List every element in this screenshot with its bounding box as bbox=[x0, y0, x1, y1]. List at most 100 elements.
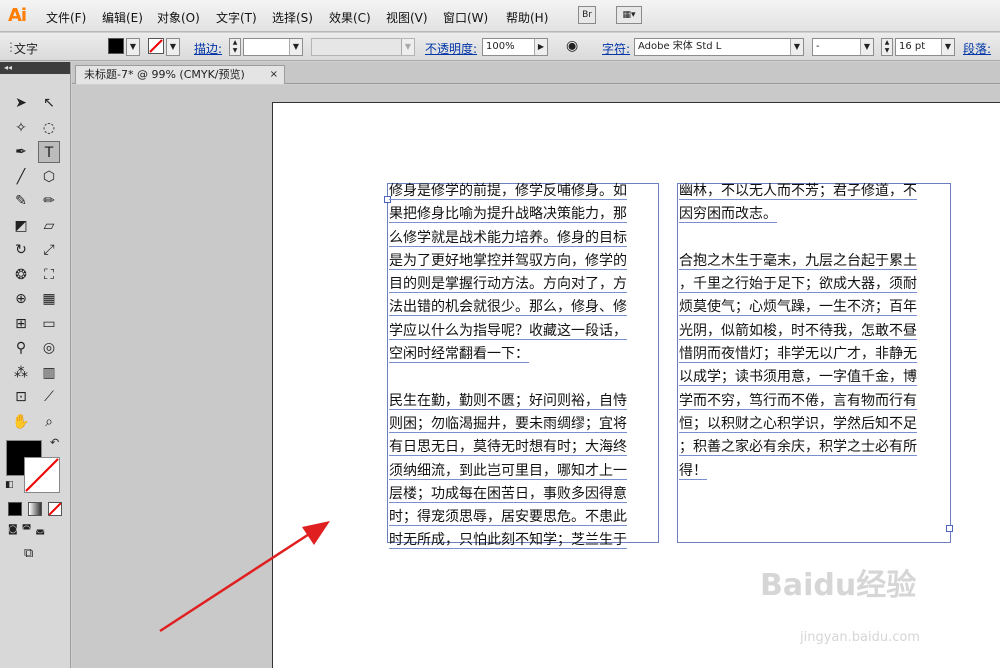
default-colors-icon[interactable]: ◧ bbox=[5, 480, 14, 490]
none-icon bbox=[48, 502, 62, 516]
rotate-tool-icon[interactable]: ↻ bbox=[10, 239, 32, 261]
text-line-content: 得！ bbox=[679, 462, 707, 480]
menu-window[interactable]: 窗口(W) bbox=[443, 9, 488, 26]
menu-object[interactable]: 对象(O) bbox=[157, 9, 200, 26]
blend-tool-icon[interactable]: ◎ bbox=[38, 337, 60, 359]
eyedropper-tool-icon[interactable]: ⚲ bbox=[10, 337, 32, 359]
opacity-value: 100% bbox=[486, 41, 515, 52]
artboard-tool-icon[interactable]: ⊡ bbox=[10, 386, 32, 408]
fill-dropdown[interactable]: ▼ bbox=[126, 38, 140, 56]
shape-tool-icon[interactable]: ⬡ bbox=[38, 166, 60, 188]
screen-mode-icon[interactable]: ⧉ bbox=[24, 546, 46, 562]
text-line-content: 合抱之木生于毫末，九层之台起于累土 bbox=[679, 252, 917, 270]
font-size-stepper[interactable]: ▲ ▼ bbox=[881, 38, 893, 56]
gradient-mode-button[interactable] bbox=[28, 502, 42, 516]
opacity-field[interactable]: 100% ▶ bbox=[482, 38, 548, 56]
drawing-modes-icon[interactable]: ◙◚◛ bbox=[8, 524, 62, 538]
scale-tool-icon[interactable]: ⤢ bbox=[38, 239, 60, 261]
gradient-tool-icon[interactable]: ▭ bbox=[38, 313, 60, 335]
text-line: 层楼；功成每在困苦日，事败多因得意 bbox=[389, 483, 659, 506]
color-mode-button[interactable] bbox=[8, 502, 22, 516]
menu-edit[interactable]: 编辑(E) bbox=[102, 9, 143, 26]
menu-file[interactable]: 文件(F) bbox=[46, 9, 86, 26]
pen-tool-icon[interactable]: ✒ bbox=[10, 141, 32, 163]
eraser-tool-icon[interactable]: ▱ bbox=[38, 215, 60, 237]
chevron-down-icon: ▼ bbox=[127, 39, 139, 55]
paragraph-label[interactable]: 段落: bbox=[963, 40, 991, 57]
menu-help[interactable]: 帮助(H) bbox=[506, 9, 548, 26]
selection-tool-icon[interactable]: ➤ bbox=[10, 92, 32, 114]
symbol-sprayer-tool-icon[interactable]: ⁂ bbox=[10, 362, 32, 384]
warp-tool-icon[interactable]: ❂ bbox=[10, 264, 32, 286]
text-line-content: 学而不穷，笃行而不倦，言有物而行有 bbox=[679, 392, 917, 410]
text-column-1[interactable]: 修身是修学的前提，修学反哺修身。如 果把修身比喻为提升战略决策能力，那 么修学就是战… bbox=[389, 180, 659, 553]
text-line: 则困；勿临渴掘井，要未雨绸缪；宜将 bbox=[389, 413, 659, 436]
none-mode-button[interactable] bbox=[48, 502, 62, 516]
stroke-dropdown[interactable]: ▼ bbox=[166, 38, 180, 56]
type-tool-icon[interactable]: T bbox=[38, 141, 60, 163]
text-line: ，千里之行始于足下；欲成大器，须耐 bbox=[679, 273, 951, 296]
text-line-content: 恒；以积财之心积学识，学然后知不足 bbox=[679, 415, 917, 433]
watermark-url: jingyan.baidu.com bbox=[800, 630, 920, 645]
blob-brush-tool-icon[interactable]: ◩ bbox=[10, 215, 32, 237]
opacity-label[interactable]: 不透明度: bbox=[425, 40, 477, 57]
tools-panel-collapse-icon[interactable]: ◂◂ bbox=[0, 62, 70, 74]
menu-type[interactable]: 文字(T) bbox=[216, 9, 257, 26]
stroke-label[interactable]: 描边: bbox=[194, 40, 222, 57]
free-transform-tool-icon[interactable]: ⛶ bbox=[38, 264, 60, 286]
out-port-handle[interactable] bbox=[946, 525, 953, 532]
red-arrow-annotation bbox=[159, 521, 330, 633]
zoom-tool-icon[interactable]: ⌕ bbox=[38, 411, 60, 433]
paintbrush-tool-icon[interactable]: ✎ bbox=[10, 190, 32, 212]
font-size-field[interactable]: 16 pt ▼ bbox=[895, 38, 955, 56]
text-line: 空闲时经常翻看一下： bbox=[389, 343, 659, 366]
magic-wand-tool-icon[interactable]: ✧ bbox=[10, 117, 32, 139]
swap-fill-stroke-icon[interactable]: ↶ bbox=[50, 436, 59, 449]
text-line-content: 时；得宠须思辱，居安要思危。不患此 bbox=[389, 509, 627, 527]
pencil-tool-icon[interactable]: ✏ bbox=[38, 190, 60, 212]
stroke-color-box[interactable] bbox=[24, 457, 60, 493]
recolor-artwork-icon[interactable]: ◉ bbox=[566, 38, 578, 54]
font-size-value: 16 pt bbox=[899, 41, 926, 52]
menu-effect[interactable]: 效果(C) bbox=[329, 9, 371, 26]
slice-tool-icon[interactable]: ⟋ bbox=[38, 386, 60, 408]
document-tab-bar: 未标题-7* @ 99% (CMYK/预览) × bbox=[72, 62, 1000, 84]
font-family-dropdown[interactable]: Adobe 宋体 Std L ▼ bbox=[634, 38, 804, 56]
lasso-tool-icon[interactable]: ◌ bbox=[38, 117, 60, 139]
line-tool-icon[interactable]: ╱ bbox=[10, 166, 32, 188]
menu-select[interactable]: 选择(S) bbox=[272, 9, 313, 26]
font-style-value: - bbox=[816, 41, 820, 52]
fill-swatch[interactable] bbox=[108, 38, 124, 54]
column-graph-tool-icon[interactable]: ▥ bbox=[38, 362, 60, 384]
perspective-grid-tool-icon[interactable]: ▦ bbox=[38, 288, 60, 310]
chevron-down-icon: ▼ bbox=[401, 39, 414, 55]
close-icon[interactable]: × bbox=[270, 66, 278, 83]
stroke-swatch[interactable] bbox=[148, 38, 164, 54]
font-style-dropdown[interactable]: - ▼ bbox=[812, 38, 874, 56]
arrange-documents-button[interactable]: ▦▾ bbox=[616, 6, 642, 24]
text-line: 以成学；读书须用意，一字值千金，博 bbox=[679, 366, 951, 389]
text-line-content: 时无所成，只怕此刻不知学；芝兰生于 bbox=[389, 532, 627, 550]
text-line-content: 么修学就是战术能力培养。修身的目标 bbox=[389, 229, 627, 247]
bridge-button[interactable]: Br bbox=[578, 6, 596, 24]
shape-builder-tool-icon[interactable]: ⊕ bbox=[10, 288, 32, 310]
text-line: 烦莫使气；心烦气躁，一生不济；百年 bbox=[679, 296, 951, 319]
current-tool-label: 文字 bbox=[14, 42, 39, 56]
text-column-2[interactable]: 幽林，不以无人而不芳；君子修道，不 因穷困而改志。 合抱之木生于毫末，九层之台起于累… bbox=[679, 180, 951, 483]
character-label[interactable]: 字符: bbox=[602, 40, 630, 57]
brush-definition-dropdown[interactable]: ▼ bbox=[311, 38, 415, 56]
no-stroke-icon bbox=[149, 39, 163, 53]
direct-selection-tool-icon[interactable]: ↖ bbox=[38, 92, 60, 114]
text-line: 合抱之木生于毫末，九层之台起于累土 bbox=[679, 250, 951, 273]
menu-view[interactable]: 视图(V) bbox=[386, 9, 428, 26]
text-line-content: ，千里之行始于足下；欲成大器，须耐 bbox=[679, 276, 917, 294]
hand-tool-icon[interactable]: ✋ bbox=[10, 411, 32, 433]
text-line: 有日思无日，莫待无时想有时；大海终 bbox=[389, 436, 659, 459]
chevron-down-icon: ▼ bbox=[167, 39, 179, 55]
document-tab[interactable]: 未标题-7* @ 99% (CMYK/预览) × bbox=[75, 65, 285, 84]
arrange-documents-icon: ▦▾ bbox=[622, 10, 636, 20]
stroke-weight-stepper[interactable]: ▲ ▼ bbox=[229, 38, 241, 56]
text-line: ；积善之家必有余庆，积学之士必有所 bbox=[679, 436, 951, 459]
mesh-tool-icon[interactable]: ⊞ bbox=[10, 313, 32, 335]
stroke-weight-field[interactable]: ▼ bbox=[243, 38, 303, 56]
